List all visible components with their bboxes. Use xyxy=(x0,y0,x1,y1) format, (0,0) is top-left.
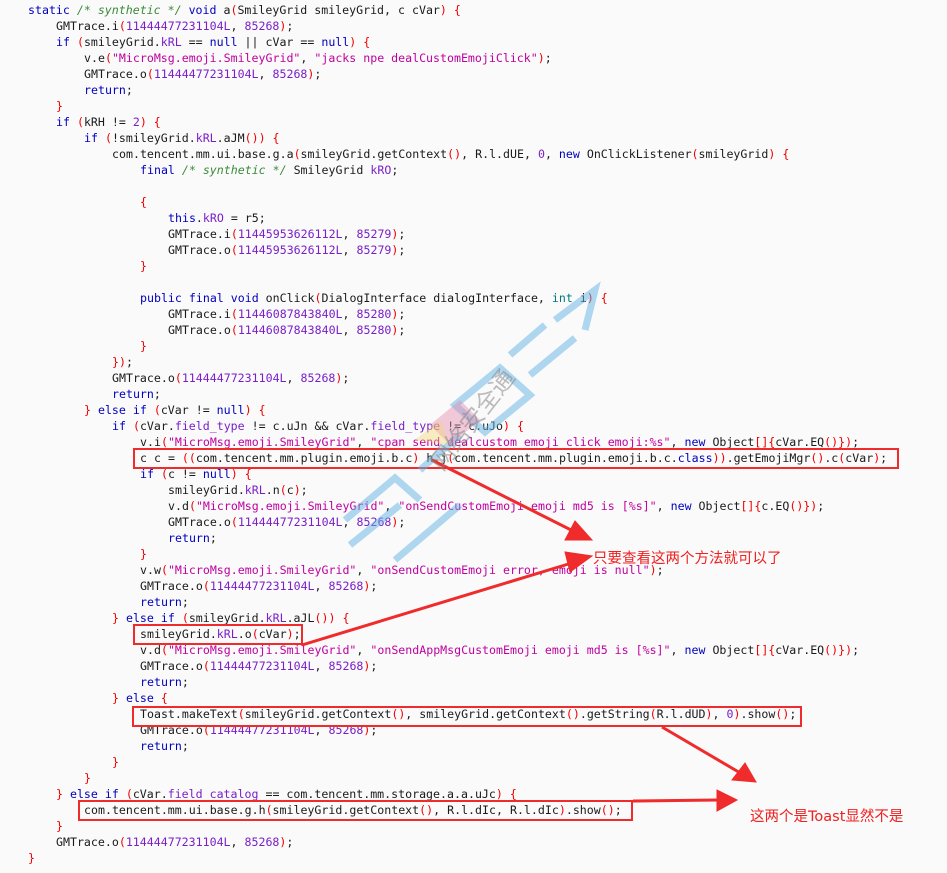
arrow-4-head xyxy=(716,789,739,812)
arrow-4 xyxy=(632,798,719,803)
arrow-2 xyxy=(301,560,576,647)
annotation-note-methods: 只要查看这两个方法就可以了 xyxy=(593,551,782,567)
annotation-note-toast: 这两个是Toast显然不是 xyxy=(750,809,904,825)
arrow-3 xyxy=(661,725,743,776)
arrow-1 xyxy=(431,458,576,534)
arrow-2-head xyxy=(564,551,594,573)
arrow-3-head xyxy=(731,762,757,783)
